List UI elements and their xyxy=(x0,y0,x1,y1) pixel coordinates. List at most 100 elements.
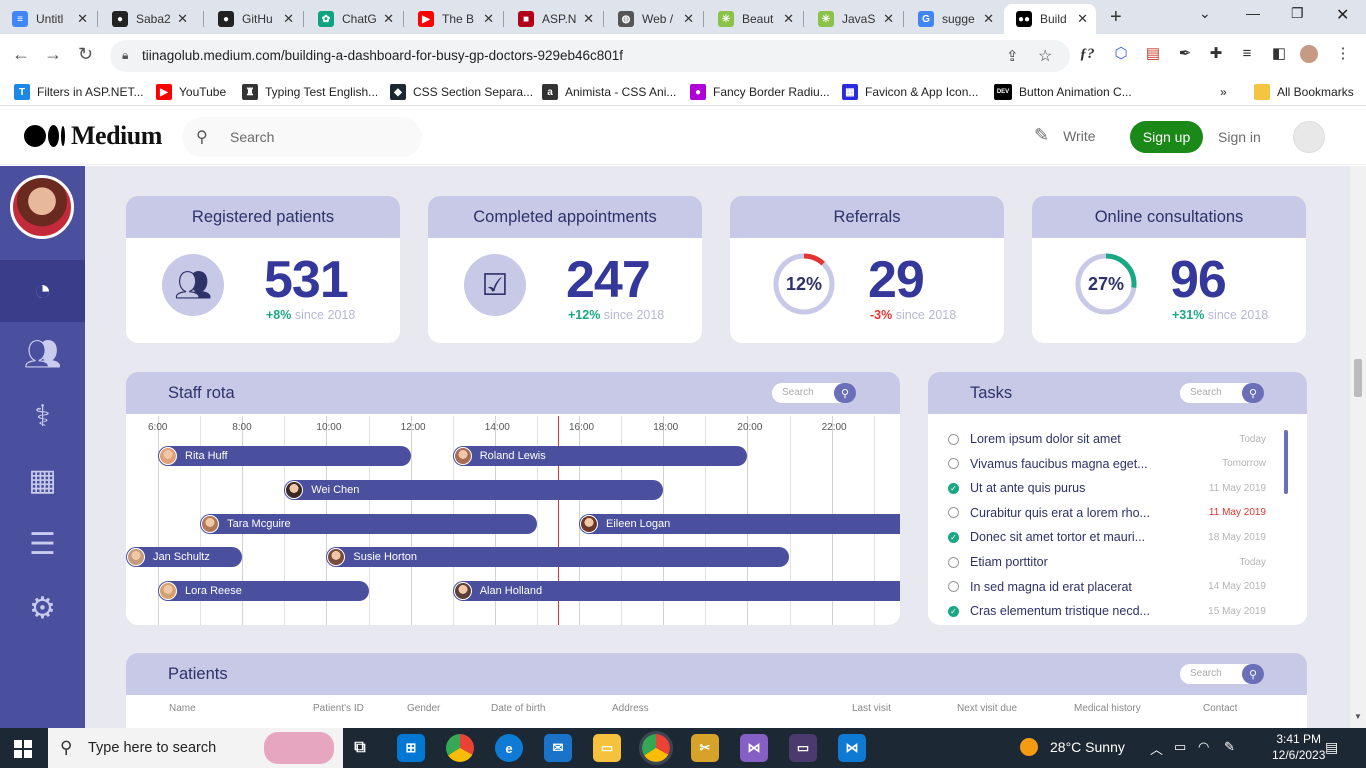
bookmarks-overflow-icon[interactable]: » xyxy=(1220,82,1227,102)
browser-tab[interactable]: ✳ Beaut ✕ xyxy=(706,4,802,34)
tab-close-icon[interactable]: ✕ xyxy=(783,11,794,27)
browser-tab[interactable]: ▶ The B ✕ xyxy=(406,4,502,34)
tab-close-icon[interactable]: ✕ xyxy=(177,11,188,27)
tab-title: Beaut xyxy=(742,12,774,26)
scrollbar-thumb[interactable] xyxy=(1354,359,1362,397)
kpi-card-title: Completed appointments xyxy=(428,196,702,238)
browser-tab[interactable]: ●● Build ✕ xyxy=(1004,4,1096,34)
scroll-down-arrow[interactable]: ▼ xyxy=(1354,712,1362,721)
tab-close-icon[interactable]: ✕ xyxy=(583,11,594,27)
tab-close-icon[interactable]: ✕ xyxy=(683,11,694,27)
tab-close-icon[interactable]: ✕ xyxy=(883,11,894,27)
terminal-icon[interactable]: ▭ xyxy=(789,734,817,762)
battery-icon[interactable]: ▭ xyxy=(1174,739,1186,755)
chrome-active-icon[interactable] xyxy=(639,731,673,765)
eyedropper-icon[interactable]: ✒ xyxy=(1176,45,1194,63)
font-ext-icon[interactable]: ƒ? xyxy=(1078,45,1096,63)
file-explorer-icon[interactable]: ▭ xyxy=(593,734,621,762)
kpi-value: 531 xyxy=(264,251,349,309)
favicon-icon: ▦ xyxy=(842,84,858,100)
pen-icon[interactable]: ✎ xyxy=(1224,739,1235,755)
visual-studio-icon[interactable]: ⋈ xyxy=(740,734,768,762)
browser-tab[interactable]: ✿ ChatG ✕ xyxy=(306,4,402,34)
search-icon: ⚲ xyxy=(1242,664,1264,684)
new-tab-button[interactable]: + xyxy=(1110,6,1122,29)
tray-chevron-icon[interactable]: ︿ xyxy=(1150,739,1163,758)
tasks-panel: Tasks Search ⚲ Lorem ipsum dolor sit ame… xyxy=(928,372,1307,625)
bookmark-item[interactable]: DEV Button Animation C... xyxy=(994,82,1132,102)
bookmark-star-icon[interactable]: ☆ xyxy=(1038,46,1052,66)
weather-widget[interactable]: 28°C Sunny xyxy=(1020,738,1125,756)
patients-column-header: Medical history xyxy=(1074,703,1141,714)
edge-icon[interactable]: e xyxy=(495,734,523,762)
browser-tab[interactable]: ◍ Web / ✕ xyxy=(606,4,702,34)
bookmark-item[interactable]: ▦ Favicon & App Icon... xyxy=(842,82,978,102)
task-view-icon[interactable]: ⧉ xyxy=(346,734,374,762)
bookmark-item[interactable]: ◆ CSS Section Separa... xyxy=(390,82,533,102)
page-scrollbar[interactable]: ▼ xyxy=(1350,166,1366,728)
media-icon[interactable]: ≡ xyxy=(1238,45,1256,63)
tab-close-icon[interactable]: ✕ xyxy=(483,11,494,27)
kpi-card-title: Registered patients xyxy=(126,196,400,238)
browser-tab[interactable]: ● GitHu ✕ xyxy=(206,4,302,34)
share-icon[interactable]: ⇪ xyxy=(1006,47,1019,65)
all-bookmarks[interactable]: ■ All Bookmarks xyxy=(1254,82,1354,102)
browser-tab[interactable]: Gsugge ✕ xyxy=(906,4,1002,34)
ring-percent: 12% xyxy=(785,273,823,294)
minimize-icon[interactable]: — xyxy=(1246,5,1260,21)
bookmark-item[interactable]: ♜ Typing Test English... xyxy=(242,82,378,102)
vscode-icon[interactable]: ⋈ xyxy=(838,734,866,762)
mail-icon[interactable]: ✉ xyxy=(544,734,572,762)
task-item: Curabitur quis erat a lorem rho... 11 May… xyxy=(948,501,1266,525)
task-text: Vivamus faucibus magna eget... xyxy=(970,456,1148,471)
tab-close-icon[interactable]: ✕ xyxy=(383,11,394,27)
notifications-icon[interactable]: ▤ xyxy=(1325,739,1338,756)
bookmark-item[interactable]: a Animista - CSS Ani... xyxy=(542,82,676,102)
side-panel-icon[interactable]: ◧ xyxy=(1270,45,1288,63)
user-avatar[interactable] xyxy=(1293,121,1325,153)
paint-tools-icon[interactable]: ✂ xyxy=(691,734,719,762)
tab-search-icon[interactable]: ⌄ xyxy=(1199,5,1211,22)
reload-icon[interactable]: ↻ xyxy=(78,44,93,65)
system-clock[interactable]: 3:41 PM 12/6/2023 xyxy=(1272,731,1325,763)
windows-start-icon[interactable] xyxy=(14,740,32,758)
browser-tab[interactable]: ■ ASP.N ✕ xyxy=(506,4,602,34)
medium-search-input[interactable]: ⚲ Search xyxy=(182,117,422,157)
maximize-icon[interactable]: ❐ xyxy=(1291,5,1304,22)
forward-icon[interactable]: → xyxy=(44,44,62,65)
extension-hex-icon[interactable]: ⬡ xyxy=(1112,45,1130,63)
tab-close-icon[interactable]: ✕ xyxy=(77,11,88,27)
tab-close-icon[interactable]: ✕ xyxy=(1077,11,1088,27)
staff-avatar xyxy=(159,582,177,601)
browser-tab[interactable]: ✳ JavaS ✕ xyxy=(806,4,902,34)
write-button[interactable]: ✎ Write xyxy=(1034,125,1096,146)
chrome-icon[interactable] xyxy=(446,734,474,762)
close-window-icon[interactable]: ✕ xyxy=(1336,5,1349,25)
tab-close-icon[interactable]: ✕ xyxy=(283,11,294,27)
browser-tab[interactable]: ● Saba2 ✕ xyxy=(100,4,196,34)
wifi-icon[interactable]: ◠ xyxy=(1198,739,1209,755)
taskbar-search-input[interactable]: ⚲ Type here to search xyxy=(48,728,343,768)
bookmark-item[interactable]: ● Fancy Border Radiu... xyxy=(690,82,830,102)
kpi-change: -3% since 2018 xyxy=(870,308,956,322)
sign-up-button[interactable]: Sign up xyxy=(1130,121,1203,153)
extension-note-icon[interactable]: ▤ xyxy=(1144,45,1162,63)
profile-avatar[interactable] xyxy=(1300,45,1318,63)
extensions-puzzle-icon[interactable]: ✚ xyxy=(1207,45,1225,63)
github-icon: ● xyxy=(112,11,128,27)
bookmark-item[interactable]: T Filters in ASP.NET... xyxy=(14,82,143,102)
medium-logo[interactable]: Medium xyxy=(24,121,162,151)
microsoft-store-icon[interactable]: ⊞ xyxy=(397,734,425,762)
site-info-icon[interactable]: 🔒︎ xyxy=(122,48,128,63)
menu-kebab-icon[interactable]: ⋮ xyxy=(1334,45,1352,63)
tasks-title: Tasks xyxy=(970,384,1013,402)
back-icon[interactable]: ← xyxy=(12,44,30,65)
bookmark-item[interactable]: ▶ YouTube xyxy=(156,82,226,102)
tab-close-icon[interactable]: ✕ xyxy=(983,11,994,27)
sign-in-link[interactable]: Sign in xyxy=(1218,129,1261,145)
staff-rota-panel: Staff rota Search ⚲ 6:00 8:00 10:00 12:00 14… xyxy=(126,372,900,625)
weather-text: 28°C Sunny xyxy=(1050,739,1125,755)
address-bar[interactable]: 🔒︎ tiinagolub.medium.com/building-a-dash… xyxy=(110,40,1070,72)
chatgpt-icon: ✿ xyxy=(318,11,334,27)
browser-tab[interactable]: ≡ Untitl ✕ xyxy=(0,4,96,34)
